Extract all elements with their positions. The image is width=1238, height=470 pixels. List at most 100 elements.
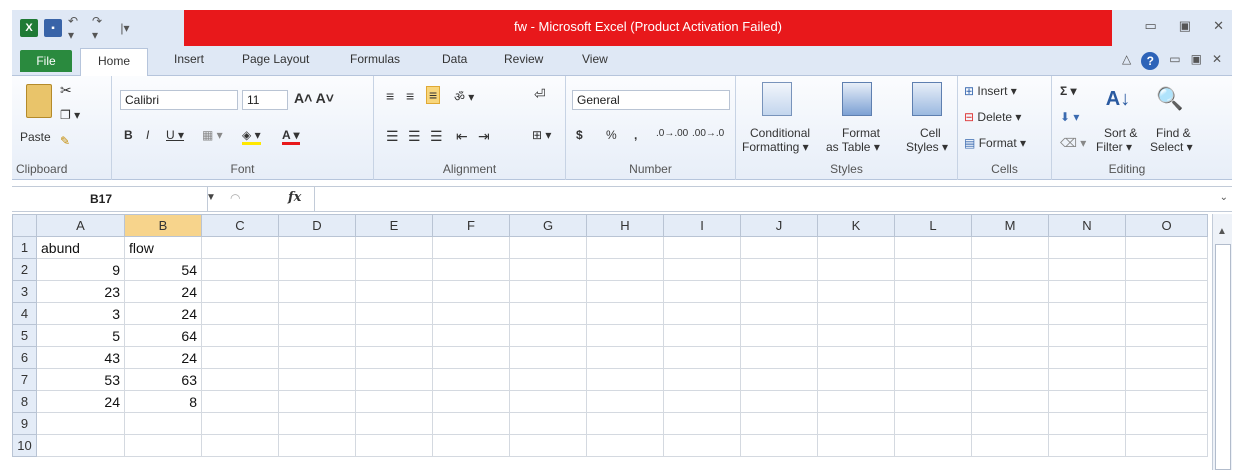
grow-font-icon[interactable]: A˄ A˅ — [294, 90, 334, 106]
cell-i9[interactable] — [663, 412, 741, 435]
redo-icon[interactable]: ↷ ▾ — [92, 14, 110, 42]
column-header-h[interactable]: H — [586, 214, 664, 237]
cell-d9[interactable] — [278, 412, 356, 435]
cell-e4[interactable] — [355, 302, 433, 325]
cell-k9[interactable] — [817, 412, 895, 435]
align-middle-icon[interactable]: ≡ — [406, 88, 414, 104]
find-select-label[interactable]: Find & — [1156, 126, 1191, 140]
cell-l10[interactable] — [894, 434, 972, 457]
cell-e6[interactable] — [355, 346, 433, 369]
cell-i3[interactable] — [663, 280, 741, 303]
tab-file[interactable]: File — [20, 50, 72, 72]
comma-button[interactable]: , — [634, 128, 637, 142]
cell-a5[interactable]: 5 — [36, 324, 125, 347]
save-icon[interactable]: ▪ — [44, 19, 62, 37]
tab-review[interactable]: Review — [504, 52, 543, 66]
name-box-dropdown-icon[interactable]: ▼ — [206, 192, 216, 203]
cell-e10[interactable] — [355, 434, 433, 457]
cell-f2[interactable] — [432, 258, 510, 281]
cell-e3[interactable] — [355, 280, 433, 303]
cell-f7[interactable] — [432, 368, 510, 391]
cell-h8[interactable] — [586, 390, 664, 413]
cell-l6[interactable] — [894, 346, 972, 369]
tab-home[interactable]: Home — [80, 48, 148, 77]
cell-c1[interactable] — [201, 236, 279, 259]
format-as-table-label-2[interactable]: as Table ▾ — [826, 140, 880, 154]
cell-d6[interactable] — [278, 346, 356, 369]
copy-icon[interactable]: ❐ ▾ — [60, 108, 80, 122]
align-bottom-icon[interactable]: ≡ — [426, 86, 441, 104]
column-header-c[interactable]: C — [201, 214, 279, 237]
scroll-up-icon[interactable]: ▲ — [1217, 226, 1227, 237]
cell-j6[interactable] — [740, 346, 818, 369]
align-left-icon[interactable]: ☰ — [386, 128, 399, 145]
cell-h2[interactable] — [586, 258, 664, 281]
row-header[interactable]: 10 — [12, 434, 37, 457]
cell-k6[interactable] — [817, 346, 895, 369]
column-header-e[interactable]: E — [355, 214, 433, 237]
orientation-icon[interactable]: ॐ ▾ — [454, 88, 474, 105]
cell-b5[interactable]: 64 — [124, 324, 202, 347]
name-box[interactable]: B17 ▼ — [12, 187, 216, 211]
cell-f6[interactable] — [432, 346, 510, 369]
sort-filter-label-2[interactable]: Filter ▾ — [1096, 140, 1132, 154]
autosum-button[interactable]: Σ ▾ — [1060, 84, 1077, 98]
cell-o3[interactable] — [1125, 280, 1208, 303]
doc-minimize-icon[interactable]: ▭ — [1169, 52, 1180, 70]
cell-f4[interactable] — [432, 302, 510, 325]
cell-e7[interactable] — [355, 368, 433, 391]
increase-indent-icon[interactable]: ⇥ — [478, 128, 490, 145]
align-top-icon[interactable]: ≡ — [386, 88, 394, 104]
cell-k7[interactable] — [817, 368, 895, 391]
cell-h1[interactable] — [586, 236, 664, 259]
close-icon[interactable]: ✕ — [1213, 18, 1224, 34]
increase-decimal-icon[interactable]: .0→.00 — [656, 128, 688, 139]
cell-i8[interactable] — [663, 390, 741, 413]
cell-b1[interactable]: flow — [124, 236, 202, 259]
fill-color-icon[interactable]: ◈ ▾ — [242, 128, 261, 145]
cell-m7[interactable] — [971, 368, 1049, 391]
cell-a4[interactable]: 3 — [36, 302, 125, 325]
column-header-l[interactable]: L — [894, 214, 972, 237]
cell-e9[interactable] — [355, 412, 433, 435]
cell-n1[interactable] — [1048, 236, 1126, 259]
cell-m5[interactable] — [971, 324, 1049, 347]
cell-j1[interactable] — [740, 236, 818, 259]
cell-o6[interactable] — [1125, 346, 1208, 369]
cell-k4[interactable] — [817, 302, 895, 325]
cancel-entry-icon[interactable]: ◠ — [230, 191, 240, 205]
cell-j9[interactable] — [740, 412, 818, 435]
font-color-icon[interactable]: A ▾ — [282, 128, 300, 145]
row-header[interactable]: 1 — [12, 236, 37, 259]
cell-i4[interactable] — [663, 302, 741, 325]
cell-d3[interactable] — [278, 280, 356, 303]
cell-b4[interactable]: 24 — [124, 302, 202, 325]
column-header-k[interactable]: K — [817, 214, 895, 237]
cell-a9[interactable] — [36, 412, 125, 435]
cell-h10[interactable] — [586, 434, 664, 457]
doc-restore-icon[interactable]: ▣ — [1191, 52, 1202, 70]
customize-qat-icon[interactable]: |▾ — [116, 19, 134, 37]
insert-function-icon[interactable]: fx — [288, 190, 301, 205]
cell-a10[interactable] — [36, 434, 125, 457]
fill-icon[interactable]: ⬇ ▾ — [1060, 110, 1079, 124]
vertical-scrollbar[interactable]: ▲ — [1212, 214, 1232, 470]
cell-m9[interactable] — [971, 412, 1049, 435]
conditional-formatting-label[interactable]: Conditional — [750, 126, 810, 140]
cell-d5[interactable] — [278, 324, 356, 347]
decrease-indent-icon[interactable]: ⇤ — [456, 128, 468, 145]
font-name-select[interactable]: Calibri — [120, 90, 238, 110]
row-header[interactable]: 4 — [12, 302, 37, 325]
cell-b2[interactable]: 54 — [124, 258, 202, 281]
cell-b10[interactable] — [124, 434, 202, 457]
cell-o2[interactable] — [1125, 258, 1208, 281]
percent-button[interactable]: % — [606, 128, 617, 142]
cell-m10[interactable] — [971, 434, 1049, 457]
cell-f9[interactable] — [432, 412, 510, 435]
align-center-icon[interactable]: ☰ — [408, 128, 421, 145]
cell-o7[interactable] — [1125, 368, 1208, 391]
sort-filter-label[interactable]: Sort & — [1104, 126, 1137, 140]
cell-j8[interactable] — [740, 390, 818, 413]
cell-l3[interactable] — [894, 280, 972, 303]
cell-k2[interactable] — [817, 258, 895, 281]
